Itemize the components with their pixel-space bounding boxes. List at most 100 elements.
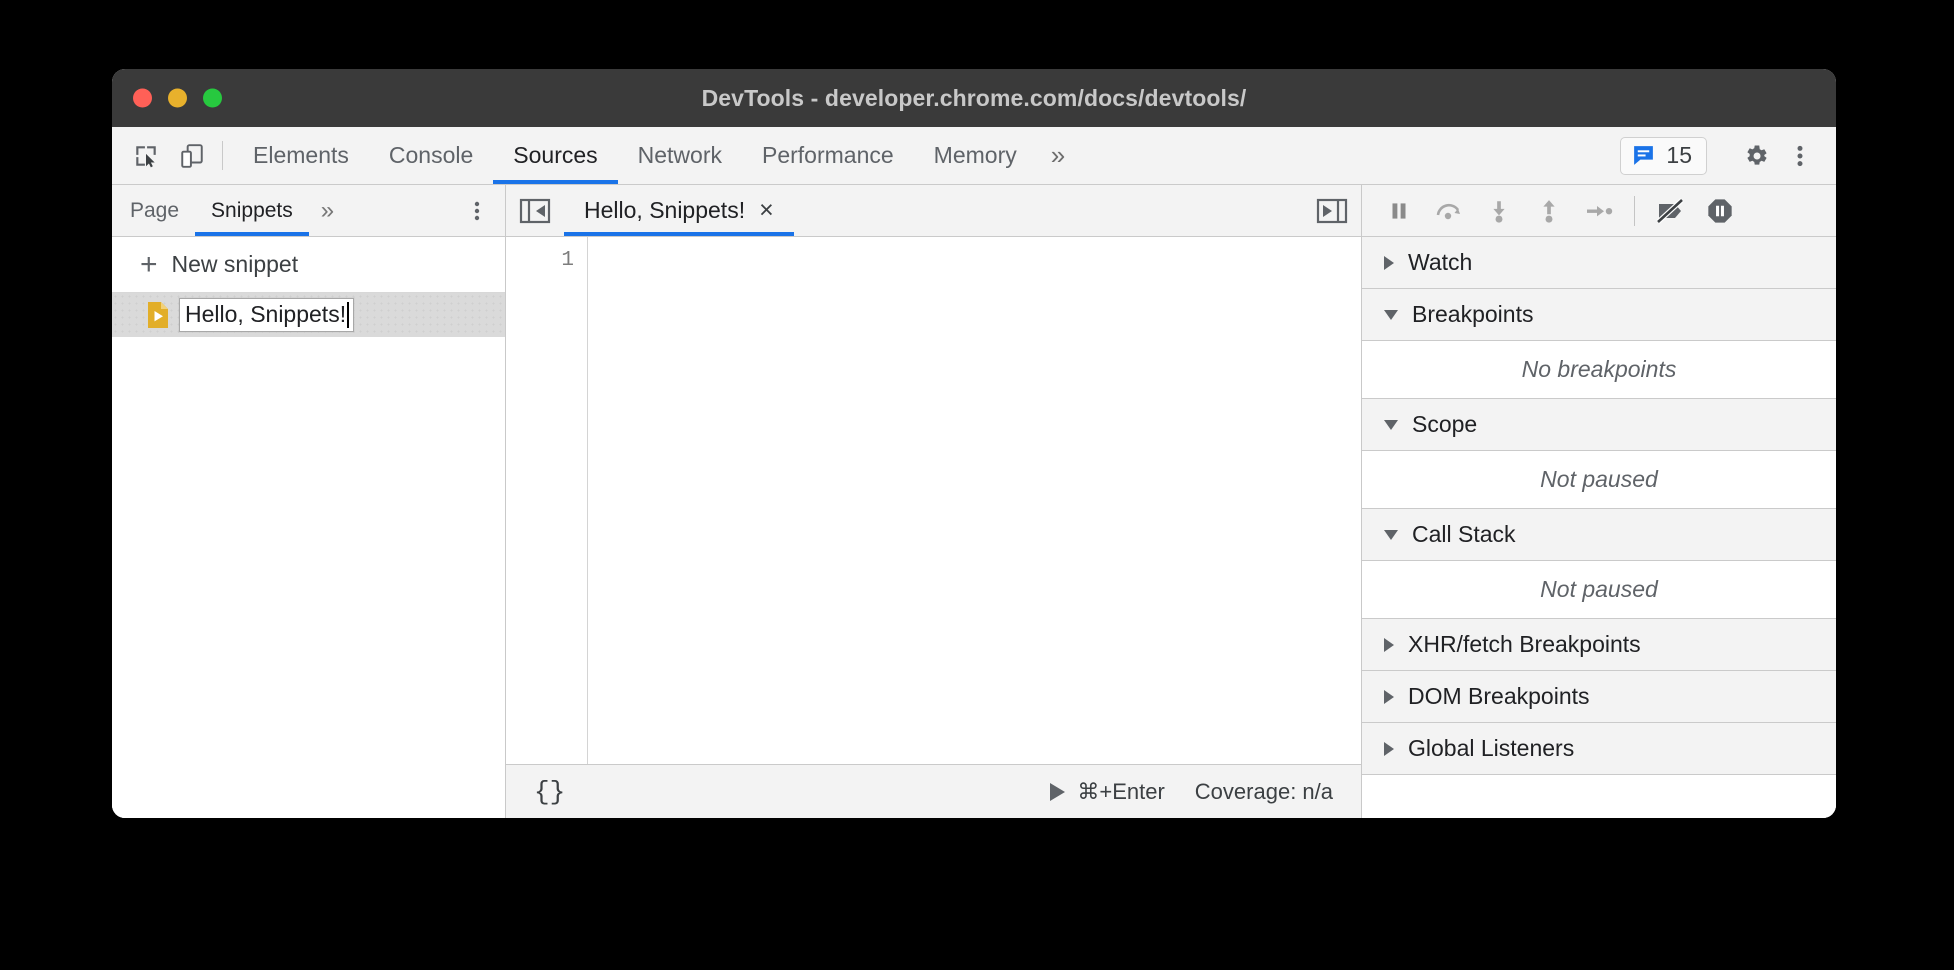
traffic-lights bbox=[133, 89, 222, 108]
chevron-right-icon bbox=[1384, 638, 1394, 652]
nav-more-tabs-button[interactable]: » bbox=[309, 185, 346, 236]
tab-performance[interactable]: Performance bbox=[742, 127, 914, 184]
step-out-button[interactable] bbox=[1526, 188, 1572, 234]
deactivate-breakpoints-icon bbox=[1655, 197, 1685, 225]
show-debugger-button[interactable] bbox=[1303, 185, 1361, 236]
debugger-toolbar-divider bbox=[1634, 196, 1635, 226]
step-out-icon bbox=[1536, 198, 1562, 224]
window-title: DevTools - developer.chrome.com/docs/dev… bbox=[112, 85, 1836, 112]
zoom-window-button[interactable] bbox=[203, 89, 222, 108]
section-title-dom-breakpoints: DOM Breakpoints bbox=[1408, 683, 1590, 710]
section-header-watch[interactable]: Watch bbox=[1362, 237, 1836, 289]
kebab-menu-icon bbox=[1789, 143, 1811, 169]
tab-memory[interactable]: Memory bbox=[914, 127, 1037, 184]
code-text-area[interactable] bbox=[588, 237, 1361, 764]
inspect-element-button[interactable] bbox=[126, 136, 166, 176]
minimize-window-button[interactable] bbox=[168, 89, 187, 108]
call-stack-empty-text: Not paused bbox=[1362, 561, 1836, 619]
more-tabs-button[interactable]: » bbox=[1037, 127, 1079, 184]
devtools-window: DevTools - developer.chrome.com/docs/dev… bbox=[112, 69, 1836, 818]
device-toolbar-button[interactable] bbox=[172, 136, 212, 176]
tab-network-label: Network bbox=[638, 142, 722, 169]
plus-icon: + bbox=[140, 250, 158, 280]
step-into-icon bbox=[1486, 198, 1512, 224]
editor-status-bar: {} ⌘+Enter Coverage: n/a bbox=[506, 764, 1361, 818]
run-shortcut-label: ⌘+Enter bbox=[1077, 779, 1164, 805]
issues-message-icon bbox=[1631, 143, 1656, 168]
deactivate-breakpoints-button[interactable] bbox=[1647, 188, 1693, 234]
chevron-double-right-icon: » bbox=[321, 197, 334, 225]
toolbar-divider bbox=[222, 141, 223, 170]
editor-body: 1 bbox=[506, 237, 1361, 764]
section-header-scope[interactable]: Scope bbox=[1362, 399, 1836, 451]
inspect-element-icon bbox=[133, 143, 159, 169]
step-into-button[interactable] bbox=[1476, 188, 1522, 234]
tab-console-label: Console bbox=[389, 142, 473, 169]
step-over-icon bbox=[1434, 198, 1464, 224]
nav-tab-page[interactable]: Page bbox=[112, 185, 195, 236]
text-caret bbox=[347, 302, 349, 328]
editor-tab-hello-snippets[interactable]: Hello, Snippets! × bbox=[564, 185, 794, 236]
snippet-script-icon bbox=[147, 301, 169, 329]
scope-empty-text: Not paused bbox=[1362, 451, 1836, 509]
debugger-toolbar bbox=[1362, 185, 1836, 237]
issues-button[interactable]: 15 bbox=[1620, 137, 1707, 175]
breakpoints-empty-text: No breakpoints bbox=[1362, 341, 1836, 399]
tab-memory-label: Memory bbox=[934, 142, 1017, 169]
pause-script-button[interactable] bbox=[1376, 188, 1422, 234]
tab-network[interactable]: Network bbox=[618, 127, 742, 184]
kebab-menu-icon bbox=[467, 199, 487, 223]
window-titlebar: DevTools - developer.chrome.com/docs/dev… bbox=[112, 69, 1836, 127]
main-menu-button[interactable] bbox=[1780, 136, 1820, 176]
section-header-breakpoints[interactable]: Breakpoints bbox=[1362, 289, 1836, 341]
tab-performance-label: Performance bbox=[762, 142, 894, 169]
chevron-right-icon bbox=[1384, 256, 1394, 270]
navigator-menu-button[interactable] bbox=[449, 185, 505, 236]
editor-tabstrip: Hello, Snippets! × bbox=[506, 185, 1361, 237]
source-editor-panel: Hello, Snippets! × 1 {} bbox=[506, 185, 1362, 818]
step-button[interactable] bbox=[1576, 188, 1622, 234]
hide-navigator-button[interactable] bbox=[506, 185, 564, 236]
close-icon[interactable]: × bbox=[759, 198, 774, 223]
tab-elements-label: Elements bbox=[253, 142, 349, 169]
debugger-sidebar: Watch Breakpoints No breakpoints Scope N… bbox=[1362, 185, 1836, 818]
chevron-double-right-icon: » bbox=[1051, 140, 1065, 171]
devtools-main-toolbar: Elements Console Sources Network Perform… bbox=[112, 127, 1836, 185]
pause-on-exceptions-button[interactable] bbox=[1697, 188, 1743, 234]
section-title-watch: Watch bbox=[1408, 249, 1472, 276]
editor-tab-label: Hello, Snippets! bbox=[584, 197, 745, 224]
devtools-body: Page Snippets » + New sni bbox=[112, 185, 1836, 818]
tab-sources[interactable]: Sources bbox=[493, 127, 617, 184]
nav-tab-page-label: Page bbox=[130, 199, 179, 223]
run-snippet-group: ⌘+Enter Coverage: n/a bbox=[1050, 779, 1361, 805]
line-number: 1 bbox=[506, 249, 574, 272]
panel-tabstrip: Elements Console Sources Network Perform… bbox=[233, 127, 1079, 184]
section-header-dom-breakpoints[interactable]: DOM Breakpoints bbox=[1362, 671, 1836, 723]
collapse-left-panel-icon bbox=[519, 197, 551, 225]
tab-sources-label: Sources bbox=[513, 142, 597, 169]
section-header-call-stack[interactable]: Call Stack bbox=[1362, 509, 1836, 561]
step-over-button[interactable] bbox=[1426, 188, 1472, 234]
nav-tab-snippets[interactable]: Snippets bbox=[195, 185, 309, 236]
section-header-global-listeners[interactable]: Global Listeners bbox=[1362, 723, 1836, 775]
snippet-name-input[interactable]: Hello, Snippets! bbox=[179, 298, 354, 331]
tab-console[interactable]: Console bbox=[369, 127, 493, 184]
gear-icon bbox=[1742, 142, 1770, 170]
collapse-right-panel-icon bbox=[1316, 197, 1348, 225]
chevron-right-icon bbox=[1384, 742, 1394, 756]
section-title-scope: Scope bbox=[1412, 411, 1477, 438]
run-icon[interactable] bbox=[1050, 783, 1065, 801]
section-title-call-stack: Call Stack bbox=[1412, 521, 1516, 548]
nav-tab-snippets-label: Snippets bbox=[211, 199, 293, 223]
settings-button[interactable] bbox=[1736, 136, 1776, 176]
chevron-right-icon bbox=[1384, 690, 1394, 704]
chevron-down-icon bbox=[1384, 420, 1398, 430]
chevron-down-icon bbox=[1384, 310, 1398, 320]
pretty-print-button[interactable]: {} bbox=[506, 777, 565, 807]
tab-elements[interactable]: Elements bbox=[233, 127, 369, 184]
section-title-global-listeners: Global Listeners bbox=[1408, 735, 1574, 762]
close-window-button[interactable] bbox=[133, 89, 152, 108]
new-snippet-button[interactable]: + New snippet bbox=[112, 237, 505, 293]
snippet-list-item[interactable]: Hello, Snippets! bbox=[112, 293, 505, 337]
section-header-xhr-fetch-breakpoints[interactable]: XHR/fetch Breakpoints bbox=[1362, 619, 1836, 671]
